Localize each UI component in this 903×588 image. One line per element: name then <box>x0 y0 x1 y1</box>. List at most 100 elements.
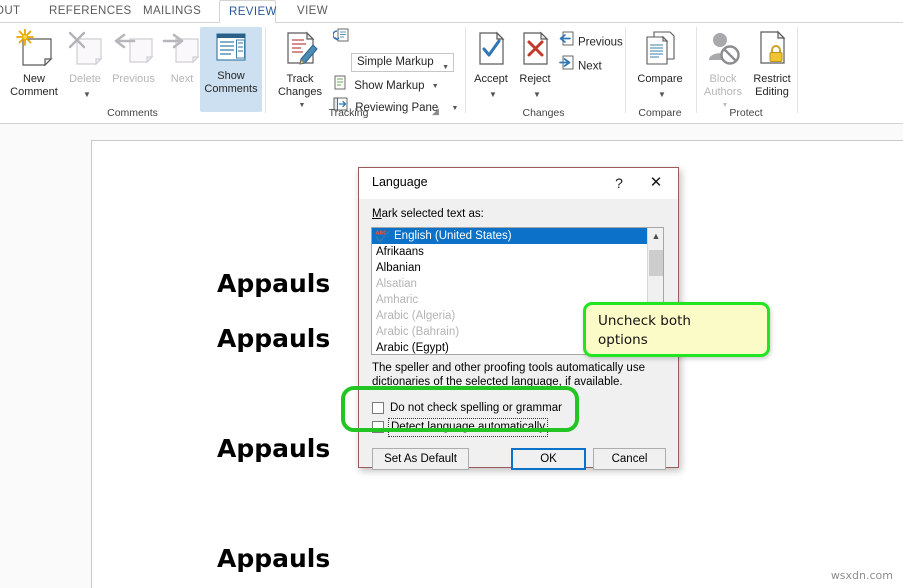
scrollbar-thumb[interactable] <box>649 250 663 276</box>
help-icon[interactable]: ? <box>608 173 630 193</box>
block-authors-button[interactable]: Block Authors▼ <box>699 29 747 111</box>
group-label-comments: Comments <box>107 107 158 119</box>
paragraph-appauls-3: Appauls <box>217 434 331 463</box>
reviewing-pane-chevron-down-icon[interactable]: ▼ <box>452 98 459 119</box>
do-not-check-spelling-label: Do not check spelling or grammar <box>390 402 562 414</box>
ribbon-tab-strip: OUT REFERENCES MAILINGS REVIEW VIEW <box>0 0 903 24</box>
group-separator-tracking <box>465 27 466 113</box>
show-comments-button[interactable]: Show Comments <box>200 27 262 112</box>
compare-label: Compare <box>637 73 683 85</box>
restrict-editing-button[interactable]: Restrict Editing <box>748 29 796 111</box>
tab-review[interactable]: REVIEW <box>219 0 276 24</box>
group-label-changes: Changes <box>522 107 565 119</box>
track-changes-label-1: Track <box>286 73 314 85</box>
group-separator-comments <box>265 27 266 113</box>
restrict-editing-icon <box>748 29 796 73</box>
accept-icon <box>468 29 514 73</box>
dialog-title-text: Language <box>372 175 428 189</box>
group-label-compare: Compare <box>638 107 682 119</box>
do-not-check-spelling-checkbox-row[interactable]: Do not check spelling or grammar <box>372 400 602 417</box>
detect-language-label: Detect language automatically <box>388 418 549 437</box>
language-item-english-united-states[interactable]: ABC English (United States) <box>372 228 647 244</box>
block-authors-label-1: Block <box>709 73 737 85</box>
track-changes-button[interactable]: Track Changes▼ <box>273 29 327 111</box>
markup-mode-icon <box>332 28 349 52</box>
close-icon[interactable]: ✕ <box>644 173 668 193</box>
mark-label-rest: ark selected text as: <box>381 208 484 220</box>
scroll-up-icon[interactable]: ▲ <box>648 228 663 244</box>
mark-selected-text-label: Mark selected text as: <box>372 208 484 220</box>
new-comment-label-2: Comment <box>10 86 58 98</box>
group-separator-compare <box>696 27 697 113</box>
show-markup-icon <box>333 75 347 98</box>
callout-line-2: options <box>598 332 648 348</box>
show-markup-chevron-down-icon[interactable]: ▼ <box>432 76 439 97</box>
mark-label-mnemonic: M <box>372 208 382 220</box>
delete-chevron-down-icon[interactable]: ▼ <box>68 88 106 101</box>
delete-comment-button[interactable]: Delete ▼ <box>64 29 106 111</box>
cancel-button[interactable]: Cancel <box>593 448 666 470</box>
tracking-dialog-launcher[interactable]: ◢ <box>432 106 439 117</box>
new-comment-button[interactable]: New Comment <box>4 28 64 111</box>
track-changes-label-2-text: Changes <box>277 86 323 98</box>
show-comments-label-2: Comments <box>204 83 258 95</box>
dialog-title-bar[interactable]: Language ? ✕ <box>359 168 678 199</box>
callout-line-1: Uncheck both <box>598 313 691 329</box>
tab-view[interactable]: VIEW <box>288 0 334 23</box>
accept-button[interactable]: Accept ▼ <box>468 29 514 111</box>
language-item-label: English (United States) <box>394 230 512 242</box>
proofing-description: The speller and other proofing tools aut… <box>372 362 668 389</box>
reject-chevron-down-icon[interactable]: ▼ <box>518 88 556 101</box>
markup-mode-icon-wrap <box>332 28 353 52</box>
set-as-default-button[interactable]: Set As Default <box>372 448 469 470</box>
group-separator-protect <box>797 27 798 113</box>
detect-language-checkbox[interactable] <box>372 421 384 433</box>
new-comment-label-1: New <box>22 73 45 85</box>
tab-layout[interactable]: OUT <box>0 0 38 23</box>
show-markup-label: Show Markup <box>354 80 425 92</box>
markup-mode-value: Simple Markup <box>357 56 434 68</box>
language-item-alsatian[interactable]: Alsatian <box>372 276 647 292</box>
next-change-label: Next <box>578 60 602 73</box>
spellcheck-abc-icon: ABC <box>375 230 390 243</box>
compare-button[interactable]: Compare ▼ <box>630 29 690 111</box>
markup-mode-chevron-down-icon[interactable]: ▼ <box>442 59 449 76</box>
accept-chevron-down-icon[interactable]: ▼ <box>472 88 514 101</box>
delete-comment-label: Delete <box>69 73 101 85</box>
previous-comment-button[interactable]: Previous <box>106 29 161 111</box>
tab-references[interactable]: REFERENCES <box>40 0 131 23</box>
group-label-protect: Protect <box>729 107 763 119</box>
reject-button[interactable]: Reject ▼ <box>514 29 556 111</box>
do-not-check-spelling-checkbox[interactable] <box>372 402 384 414</box>
next-change-button[interactable]: Next <box>558 55 602 75</box>
annotation-callout: Uncheck both options <box>583 302 770 357</box>
markup-mode-dropdown[interactable]: Simple Markup ▼ <box>351 53 454 72</box>
detect-language-checkbox-row[interactable]: Detect language automatically <box>372 418 602 437</box>
ribbon-content: New Comment Delete ▼ Previous Next Show … <box>0 23 903 123</box>
delete-comment-icon <box>64 29 106 73</box>
next-comment-icon <box>161 29 203 73</box>
previous-comment-icon <box>106 29 161 73</box>
previous-change-label: Previous <box>578 36 623 49</box>
next-comment-label: Next <box>170 73 194 85</box>
compare-icon <box>630 29 690 73</box>
language-item-afrikaans[interactable]: Afrikaans <box>372 244 647 260</box>
show-comments-icon <box>200 27 262 70</box>
show-markup-button[interactable]: Show Markup ▼ <box>333 75 439 96</box>
previous-change-button[interactable]: Previous <box>558 31 623 51</box>
compare-chevron-down-icon[interactable]: ▼ <box>634 88 690 101</box>
paragraph-appauls-1: Appauls <box>217 269 331 298</box>
ok-button[interactable]: OK <box>511 448 586 470</box>
paragraph-appauls-2: Appauls <box>217 324 331 353</box>
previous-comment-label: Previous <box>112 73 155 85</box>
language-item-albanian[interactable]: Albanian <box>372 260 647 276</box>
group-separator-changes <box>625 27 626 113</box>
previous-change-icon <box>558 31 574 54</box>
next-comment-button[interactable]: Next <box>161 29 203 111</box>
track-changes-icon <box>273 29 327 73</box>
tab-mailings[interactable]: MAILINGS <box>134 0 210 23</box>
show-comments-label-1: Show <box>217 70 245 82</box>
annotation-callout-text: Uncheck both options <box>598 312 763 350</box>
next-change-icon <box>558 55 574 78</box>
site-watermark: wsxdn.com <box>830 569 893 582</box>
